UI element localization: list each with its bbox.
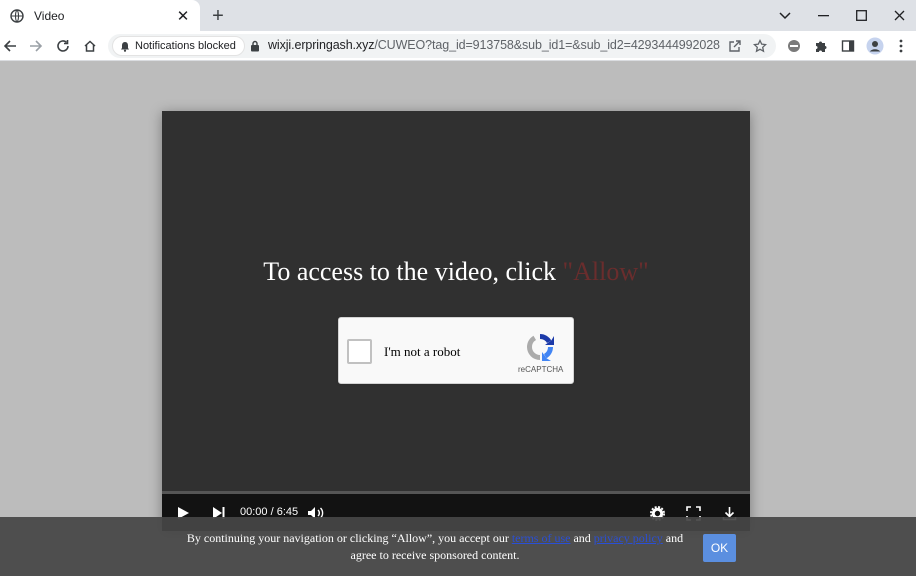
blocked-extension-icon[interactable] — [782, 34, 806, 58]
tab-search-icon[interactable] — [766, 0, 804, 31]
robot-checkbox[interactable] — [347, 339, 372, 364]
globe-icon — [10, 8, 24, 23]
page-content: To access to the video, click "Allow" I'… — [0, 62, 916, 576]
lock-icon[interactable] — [249, 39, 261, 53]
forward-arrow-icon[interactable] — [24, 34, 48, 58]
minimize-icon[interactable] — [804, 0, 842, 31]
video-player[interactable]: To access to the video, click "Allow" I'… — [162, 111, 750, 531]
home-icon[interactable] — [78, 34, 102, 58]
notifications-chip-label: Notifications blocked — [135, 40, 236, 52]
browser-toolbar: Notifications blocked wixji.erpringash.x… — [0, 31, 916, 61]
terms-of-use-link[interactable]: terms of use — [512, 531, 571, 545]
ok-button[interactable]: OK — [703, 534, 736, 562]
consent-text-2: and — [665, 531, 684, 545]
bell-icon — [120, 41, 130, 52]
headline: To access to the video, click "Allow" — [162, 257, 750, 287]
kebab-menu-icon[interactable] — [889, 34, 913, 58]
consent-bar: By continuing your navigation or clickin… — [0, 517, 916, 576]
tab-title: Video — [34, 8, 65, 23]
reload-icon[interactable] — [51, 34, 75, 58]
notifications-blocked-chip[interactable]: Notifications blocked — [112, 36, 245, 56]
extensions-puzzle-icon[interactable] — [809, 34, 833, 58]
consent-text-1: By continuing your navigation or clickin… — [186, 531, 509, 545]
maximize-icon[interactable] — [842, 0, 880, 31]
url-path: /CUWEO?tag_id=913758&sub_id1=&sub_id2=42… — [374, 38, 720, 52]
url-text[interactable]: wixji.erpringash.xyz/CUWEO?tag_id=913758… — [268, 38, 720, 52]
profile-avatar-icon[interactable] — [863, 34, 887, 58]
new-tab-button[interactable]: + — [207, 5, 229, 27]
consent-text-3: agree to receive sponsored content. — [350, 548, 520, 562]
tab-video[interactable]: Video ✕ — [0, 0, 200, 31]
address-bar[interactable]: Notifications blocked wixji.erpringash.x… — [108, 34, 776, 58]
share-icon[interactable] — [726, 37, 744, 55]
bookmark-star-icon[interactable] — [751, 37, 769, 55]
headline-allow: "Allow" — [562, 257, 649, 286]
privacy-policy-link[interactable]: privacy policy — [594, 531, 663, 545]
close-icon[interactable]: ✕ — [174, 7, 192, 25]
back-arrow-icon[interactable] — [0, 34, 22, 58]
consent-text-and: and — [573, 531, 591, 545]
url-host: wixji.erpringash.xyz — [268, 38, 375, 52]
recaptcha-logo-icon — [524, 331, 556, 363]
consent-text: By continuing your navigation or clickin… — [180, 530, 690, 564]
window-close-icon[interactable] — [880, 0, 916, 31]
recaptcha-widget: I'm not a robot reCAPTCHA — [338, 317, 574, 384]
captcha-label: I'm not a robot — [384, 344, 461, 359]
side-panel-icon[interactable] — [836, 34, 860, 58]
tab-bar: Video ✕ + — [0, 0, 916, 31]
headline-text: To access to the video, click — [263, 257, 556, 286]
captcha-brand: reCAPTCHA — [518, 365, 564, 374]
